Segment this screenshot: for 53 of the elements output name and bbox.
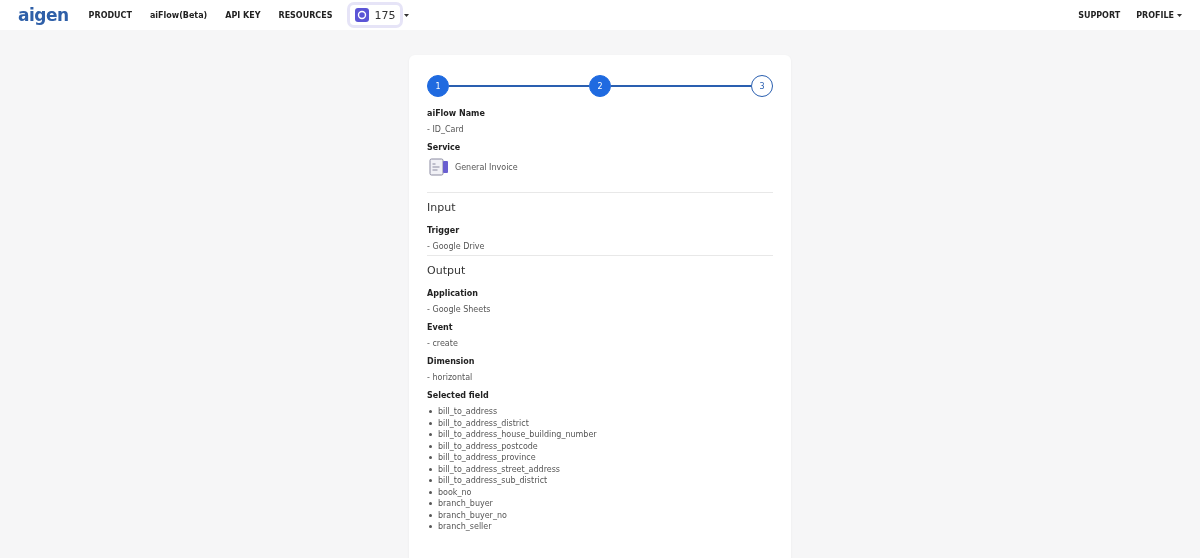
field-name: bill_to_address_province bbox=[438, 453, 536, 463]
step-circle: 1 bbox=[427, 75, 449, 97]
field-name: bill_to_address bbox=[438, 407, 498, 417]
field-name: branch_buyer bbox=[438, 499, 493, 509]
invoice-icon bbox=[429, 158, 449, 176]
field-label: Selected field bbox=[427, 391, 490, 400]
field-label: Trigger bbox=[427, 226, 461, 235]
caret-icon bbox=[1177, 13, 1182, 17]
section-heading: Input bbox=[427, 201, 457, 214]
credits-badge[interactable]: 175 bbox=[350, 5, 401, 25]
bullet-icon bbox=[429, 525, 432, 529]
caret-icon[interactable] bbox=[404, 13, 410, 17]
field-label: Service bbox=[427, 143, 462, 152]
bullet-icon bbox=[429, 421, 432, 425]
field-value: - Google Drive bbox=[427, 242, 486, 251]
bullet-icon bbox=[429, 433, 432, 437]
bullet-icon bbox=[429, 490, 432, 494]
bullet-icon bbox=[429, 502, 432, 506]
nav-link[interactable]: aiFlow(Beta) bbox=[149, 10, 208, 20]
bullet-icon bbox=[429, 467, 432, 471]
bullet-icon bbox=[429, 444, 432, 448]
field-name: branch_buyer_no bbox=[438, 510, 507, 520]
field-name: bill_to_address_street_address bbox=[438, 464, 561, 474]
service-name: General Invoice bbox=[455, 162, 518, 172]
credits-count: 175 bbox=[374, 8, 396, 22]
field-label: Dimension bbox=[427, 357, 476, 366]
field-label: Event bbox=[427, 323, 454, 332]
logo[interactable]: aigen bbox=[18, 5, 69, 25]
bullet-icon bbox=[429, 479, 432, 483]
coin-icon bbox=[355, 8, 370, 22]
section-heading: Output bbox=[427, 264, 467, 277]
field-value: - create bbox=[427, 339, 459, 348]
bullet-icon bbox=[429, 410, 432, 414]
field-name: branch_seller bbox=[438, 522, 492, 532]
bullet-icon bbox=[429, 456, 432, 460]
field-value: - horizontal bbox=[427, 373, 474, 382]
nav-link[interactable]: API KEY bbox=[225, 10, 261, 20]
nav-link[interactable]: PROFILE bbox=[1136, 10, 1182, 20]
field-value: - ID_Card bbox=[427, 125, 465, 134]
nav-link[interactable]: PRODUCT bbox=[88, 10, 132, 20]
nav-link[interactable]: RESOURCES bbox=[278, 10, 333, 20]
field-name: book_no bbox=[438, 487, 472, 497]
field-name: bill_to_address_postcode bbox=[438, 441, 538, 451]
nav-link[interactable]: SUPPORT bbox=[1078, 10, 1121, 20]
step-circle: 2 bbox=[589, 75, 611, 97]
field-label: Application bbox=[427, 289, 480, 298]
step-circle: 3 bbox=[751, 75, 773, 97]
field-label: aiFlow Name bbox=[427, 109, 486, 118]
field-value: - Google Sheets bbox=[427, 305, 492, 314]
bullet-icon bbox=[429, 513, 432, 517]
field-name: bill_to_address_district bbox=[438, 418, 529, 428]
field-name: bill_to_address_sub_district bbox=[438, 476, 548, 486]
field-name: bill_to_address_house_building_number bbox=[438, 430, 597, 440]
